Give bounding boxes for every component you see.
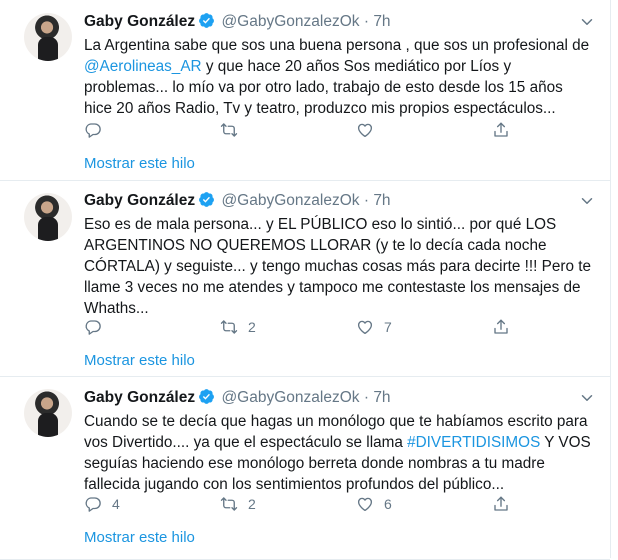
avatar[interactable] — [24, 193, 72, 241]
share-icon — [492, 121, 510, 139]
tweet-1[interactable]: Gaby González @GabyGonzalezOk · 7h La Ar… — [0, 0, 610, 181]
retweet-icon — [220, 495, 238, 513]
tweet-text: La Argentina sabe que sos una buena pers… — [84, 35, 594, 119]
like-count: 7 — [384, 319, 392, 335]
verified-badge-icon — [198, 191, 215, 208]
tweet-3[interactable]: Gaby González @GabyGonzalezOk · 7h Cuand… — [0, 377, 610, 560]
tweet-actions — [84, 119, 524, 141]
reply-button[interactable] — [84, 119, 112, 141]
tweet-text: Cuando se te decía que hagas un monólogo… — [84, 411, 594, 495]
tweet-time[interactable]: 7h — [373, 192, 390, 209]
hashtag-link[interactable]: #DIVERTIDISIMOS — [407, 434, 540, 451]
tweet-actions: 2 7 — [84, 316, 524, 338]
tweet-header: Gaby González @GabyGonzalezOk · 7h — [84, 12, 391, 31]
show-thread-link[interactable]: Mostrar este hilo — [84, 155, 195, 172]
tweet-actions: 4 2 6 — [84, 493, 524, 515]
author-handle[interactable]: @GabyGonzalezOk — [221, 389, 359, 406]
retweet-button[interactable]: 2 — [220, 316, 256, 338]
reply-count: 4 — [112, 496, 120, 512]
like-button[interactable] — [356, 119, 384, 141]
show-thread-link[interactable]: Mostrar este hilo — [84, 352, 195, 369]
retweet-count: 2 — [248, 496, 256, 512]
separator-dot: · — [363, 389, 369, 406]
chevron-down-icon[interactable] — [578, 389, 596, 407]
retweet-button[interactable]: 2 — [220, 493, 256, 515]
separator-dot: · — [363, 192, 369, 209]
reply-button[interactable]: 4 — [84, 493, 120, 515]
share-button[interactable] — [492, 119, 510, 141]
chevron-down-icon[interactable] — [578, 13, 596, 31]
tweet-time[interactable]: 7h — [373, 389, 390, 406]
like-button[interactable]: 6 — [356, 493, 392, 515]
mention-link[interactable]: @Aerolineas_AR — [84, 58, 202, 75]
chevron-down-icon[interactable] — [578, 192, 596, 210]
retweet-icon — [220, 121, 238, 139]
avatar[interactable] — [24, 389, 72, 437]
heart-icon — [356, 495, 374, 513]
tweet-text: Eso es de mala persona... y EL PÚBLICO e… — [84, 216, 592, 317]
verified-badge-icon — [198, 12, 215, 29]
verified-badge-icon — [198, 388, 215, 405]
reply-button[interactable] — [84, 316, 112, 338]
share-icon — [492, 495, 510, 513]
author-handle[interactable]: @GabyGonzalezOk — [221, 192, 359, 209]
like-button[interactable]: 7 — [356, 316, 392, 338]
like-count: 6 — [384, 496, 392, 512]
share-button[interactable] — [492, 316, 510, 338]
retweet-icon — [220, 318, 238, 336]
separator-dot: · — [363, 13, 369, 30]
share-button[interactable] — [492, 493, 510, 515]
tweet-2[interactable]: Gaby González @GabyGonzalezOk · 7h Eso e… — [0, 181, 610, 377]
reply-icon — [84, 318, 102, 336]
author-handle[interactable]: @GabyGonzalezOk — [221, 13, 359, 30]
tweet-text-part: La Argentina sabe que sos una buena pers… — [84, 37, 590, 54]
reply-icon — [84, 495, 102, 513]
retweet-count: 2 — [248, 319, 256, 335]
heart-icon — [356, 318, 374, 336]
author-name[interactable]: Gaby González — [84, 13, 195, 30]
avatar[interactable] — [24, 13, 72, 61]
show-thread-link[interactable]: Mostrar este hilo — [84, 529, 195, 546]
reply-icon — [84, 121, 102, 139]
heart-icon — [356, 121, 374, 139]
retweet-button[interactable] — [220, 119, 248, 141]
tweet-timeline: Gaby González @GabyGonzalezOk · 7h La Ar… — [0, 0, 611, 560]
tweet-header: Gaby González @GabyGonzalezOk · 7h — [84, 388, 391, 407]
share-icon — [492, 318, 510, 336]
tweet-time[interactable]: 7h — [373, 13, 390, 30]
author-name[interactable]: Gaby González — [84, 389, 195, 406]
tweet-header: Gaby González @GabyGonzalezOk · 7h — [84, 191, 391, 210]
author-name[interactable]: Gaby González — [84, 192, 195, 209]
